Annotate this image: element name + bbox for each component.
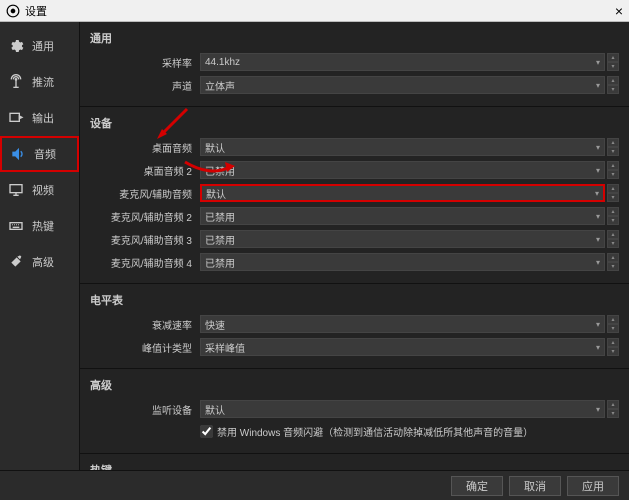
sidebar-item-advanced[interactable]: 高级 (0, 244, 79, 280)
decay-label: 衰减速率 (90, 317, 200, 332)
disable-ducking-checkbox[interactable] (200, 425, 213, 438)
spinner[interactable]: ▴▾ (607, 230, 619, 248)
speaker-icon (8, 146, 28, 162)
ok-button[interactable]: 确定 (451, 476, 503, 496)
sidebar-item-output[interactable]: 输出 (0, 100, 79, 136)
sidebar-item-video[interactable]: 视频 (0, 172, 79, 208)
spinner[interactable]: ▴▾ (607, 138, 619, 156)
sidebar-item-label: 推流 (32, 74, 54, 90)
sidebar-item-general[interactable]: 通用 (0, 28, 79, 64)
sidebar-item-label: 音频 (34, 146, 56, 162)
footer: 确定 取消 应用 (0, 470, 629, 500)
device-label: 桌面音频 2 (90, 163, 200, 178)
monitor-icon (6, 182, 26, 198)
spinner[interactable]: ▴▾ (607, 400, 619, 418)
antenna-icon (6, 74, 26, 90)
keyboard-icon (6, 218, 26, 234)
device-label: 桌面音频 (90, 140, 200, 155)
section-title: 电平表 (90, 288, 619, 314)
desktop-audio-dropdown[interactable]: 默认▾ (200, 138, 605, 156)
section-title: 高级 (90, 373, 619, 399)
peak-dropdown[interactable]: 采样峰值▾ (200, 338, 605, 356)
app-icon (6, 4, 20, 18)
title-bar: 设置 × (0, 0, 629, 22)
section-devices: 设备 桌面音频默认▾▴▾ 桌面音频 2已禁用▾▴▾ 麦克风/辅助音频默认▾▴▾ … (80, 107, 629, 284)
section-hotkeys: 热键 音频输入捕获 启用按住静音 按住静音延迟0 ms▴▾ 启动按住讲话 按住讲… (80, 454, 629, 470)
mic-aux4-dropdown[interactable]: 已禁用▾ (200, 253, 605, 271)
section-general: 通用 采样率 44.1khz▾▴▾ 声道 立体声▾▴▾ (80, 22, 629, 107)
decay-dropdown[interactable]: 快速▾ (200, 315, 605, 333)
channels-label: 声道 (90, 78, 200, 93)
close-icon[interactable]: × (615, 3, 623, 19)
mic-aux2-dropdown[interactable]: 已禁用▾ (200, 207, 605, 225)
tools-icon (6, 254, 26, 270)
sidebar-item-label: 输出 (32, 110, 54, 126)
spinner[interactable]: ▴▾ (607, 76, 619, 94)
mic-aux-dropdown[interactable]: 默认▾ (200, 184, 605, 202)
sidebar-item-label: 高级 (32, 254, 54, 270)
device-label: 麦克风/辅助音频 (90, 186, 200, 201)
spinner[interactable]: ▴▾ (607, 161, 619, 179)
window-title: 设置 (25, 3, 615, 19)
spinner[interactable]: ▴▾ (607, 253, 619, 271)
sidebar-item-hotkeys[interactable]: 热键 (0, 208, 79, 244)
mic-aux3-dropdown[interactable]: 已禁用▾ (200, 230, 605, 248)
sidebar-item-label: 热键 (32, 218, 54, 234)
sidebar-item-stream[interactable]: 推流 (0, 64, 79, 100)
spinner[interactable]: ▴▾ (607, 338, 619, 356)
monitor-label: 监听设备 (90, 402, 200, 417)
output-icon (6, 110, 26, 126)
sidebar-item-label: 通用 (32, 38, 54, 54)
content-panel: 通用 采样率 44.1khz▾▴▾ 声道 立体声▾▴▾ 设备 桌面音频默认▾▴▾… (80, 22, 629, 470)
sidebar: 通用 推流 输出 音频 视频 热键 高级 (0, 22, 80, 470)
cancel-button[interactable]: 取消 (509, 476, 561, 496)
sample-rate-dropdown[interactable]: 44.1khz▾ (200, 53, 605, 71)
peak-label: 峰值计类型 (90, 340, 200, 355)
monitor-dropdown[interactable]: 默认▾ (200, 400, 605, 418)
gear-icon (6, 38, 26, 54)
spinner[interactable]: ▴▾ (607, 53, 619, 71)
section-advanced: 高级 监听设备默认▾▴▾ 禁用 Windows 音频闪避（检测到通信活动除掉减低… (80, 369, 629, 454)
sidebar-item-audio[interactable]: 音频 (0, 136, 79, 172)
sidebar-item-label: 视频 (32, 182, 54, 198)
section-title: 热键 (90, 458, 619, 470)
apply-button[interactable]: 应用 (567, 476, 619, 496)
sample-rate-label: 采样率 (90, 55, 200, 70)
channels-dropdown[interactable]: 立体声▾ (200, 76, 605, 94)
spinner[interactable]: ▴▾ (607, 207, 619, 225)
device-label: 麦克风/辅助音频 2 (90, 209, 200, 224)
section-title: 通用 (90, 26, 619, 52)
section-meter: 电平表 衰减速率快速▾▴▾ 峰值计类型采样峰值▾▴▾ (80, 284, 629, 369)
disable-ducking-label: 禁用 Windows 音频闪避（检测到通信活动除掉减低所其他声音的音量） (217, 424, 533, 439)
device-label: 麦克风/辅助音频 4 (90, 255, 200, 270)
section-title: 设备 (90, 111, 619, 137)
device-label: 麦克风/辅助音频 3 (90, 232, 200, 247)
spinner[interactable]: ▴▾ (607, 184, 619, 202)
desktop-audio2-dropdown[interactable]: 已禁用▾ (200, 161, 605, 179)
spinner[interactable]: ▴▾ (607, 315, 619, 333)
